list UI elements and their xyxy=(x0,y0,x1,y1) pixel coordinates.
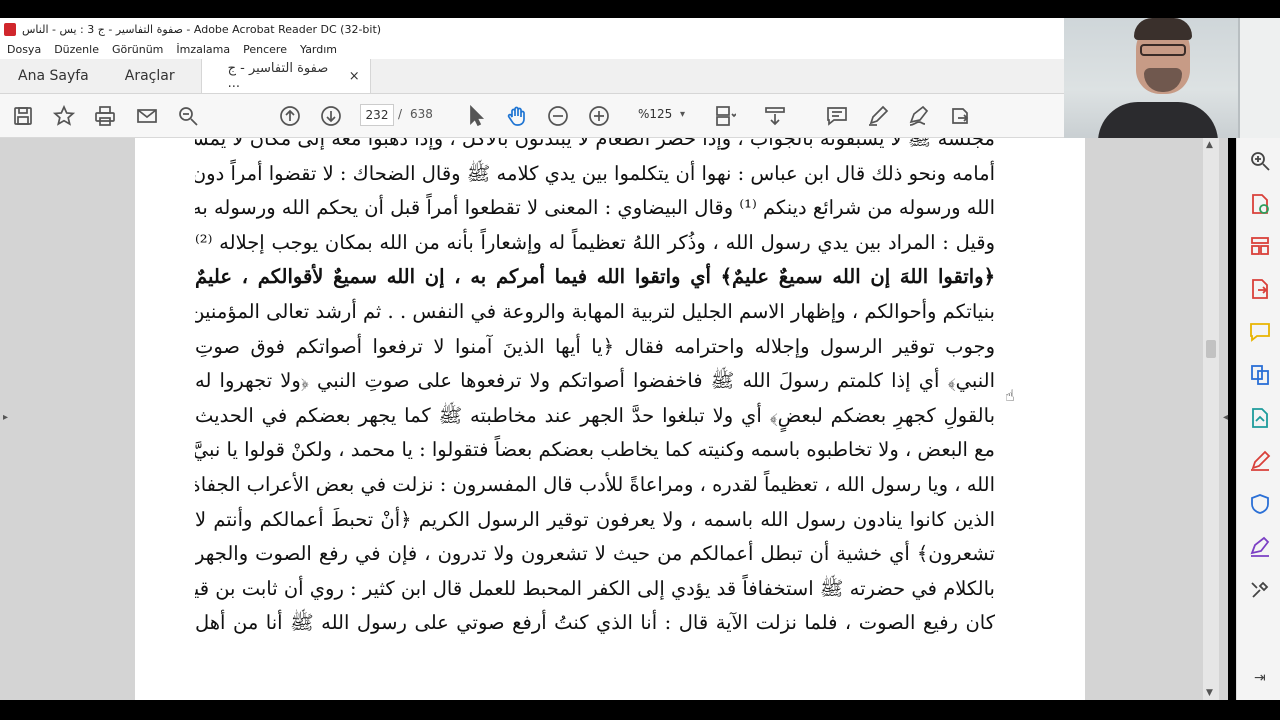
collapse-pane-icon[interactable]: ⇥ xyxy=(1254,670,1266,686)
scroll-mode-icon[interactable] xyxy=(763,104,787,128)
hand-tool-icon[interactable] xyxy=(505,104,529,128)
tab-tools[interactable]: Araçlar xyxy=(107,59,193,93)
sign-icon[interactable] xyxy=(907,104,931,128)
tab-home[interactable]: Ana Sayfa xyxy=(0,59,107,93)
scroll-up-icon[interactable]: ▲ xyxy=(1206,140,1213,150)
text-line: النبي﴾ أي إذا كلمتم رسولَ الله ﷺ فاخفضوا… xyxy=(195,369,995,393)
create-pdf-icon[interactable] xyxy=(1249,193,1271,215)
previous-page-icon[interactable] xyxy=(278,104,302,128)
zoom-level[interactable]: %125 xyxy=(638,107,672,121)
request-signature-icon[interactable] xyxy=(1249,536,1271,558)
text-line: وقيل : المراد بين يدي رسول الله ، وذُكر … xyxy=(195,230,995,254)
window-titlebar: صفوة التفاسير - ج 3 : يس - الناس - Adobe… xyxy=(0,18,1064,40)
text-line: كان رفيع الصوت ، فلما نزلت الآية قال : أ… xyxy=(195,611,995,635)
select-pointer-icon[interactable] xyxy=(464,104,488,128)
text-line: بالكلام في حضرته ﷺ استخفافاً قد يؤدي إلى… xyxy=(195,576,995,600)
zoom-out-icon[interactable] xyxy=(546,104,570,128)
tab-document[interactable]: صفوة التفاسير - ج ... × xyxy=(200,59,371,93)
left-panel-expand-icon[interactable]: ▸ xyxy=(3,412,8,423)
zoom-dropdown-icon[interactable]: ▾ xyxy=(680,109,685,120)
tab-document-label: صفوة التفاسير - ج ... xyxy=(227,61,329,91)
organize-pages-icon[interactable] xyxy=(1249,235,1271,257)
menu-pencere[interactable]: Pencere xyxy=(243,43,287,56)
scroll-down-icon[interactable]: ▼ xyxy=(1206,688,1213,698)
screen: صفوة التفاسير - ج 3 : يس - الناس - Adobe… xyxy=(0,0,1280,720)
menu-imzalama[interactable]: İmzalama xyxy=(176,43,230,56)
combine-files-icon[interactable] xyxy=(1249,364,1271,386)
page-separator: / xyxy=(398,107,403,121)
text-line: الذين كانوا ينادون رسول الله باسمه ، ولا… xyxy=(195,507,995,531)
text-line: بنياتكم وأحوالكم ، وإظهار الاسم الجليل ل… xyxy=(195,299,995,323)
email-icon[interactable] xyxy=(135,104,159,128)
menu-gorunum[interactable]: Görünüm xyxy=(112,43,163,56)
page-number-input[interactable]: 232 xyxy=(360,104,394,126)
pdf-page: مجلسه ﷺ لا يسبقونه بالجواب ، وإذا حضر ال… xyxy=(135,138,1085,700)
save-icon[interactable] xyxy=(11,104,35,128)
protect-shield-icon[interactable] xyxy=(1249,493,1271,515)
page-text: مجلسه ﷺ لا يسبقونه بالجواب ، وإذا حضر ال… xyxy=(195,138,995,641)
menu-dosya[interactable]: Dosya xyxy=(7,43,41,56)
window-title: صفوة التفاسير - ج 3 : يس - الناس - Adobe… xyxy=(22,22,382,36)
text-line: أمامه ونحو ذلك قال ابن عباس : نهوا أن يت… xyxy=(195,161,995,185)
menu-yardim[interactable]: Yardım xyxy=(300,43,337,56)
text-line: ﴿واتقوا اللهَ إن الله سميعٌ عليمٌ﴾ أي وا… xyxy=(195,265,995,289)
webcam-overlay xyxy=(1064,18,1280,138)
acrobat-icon xyxy=(4,22,16,36)
hand-cursor-icon: ☝ xyxy=(1005,386,1015,405)
comment-icon[interactable] xyxy=(825,104,849,128)
text-line: بالقولِ كجهرِ بعضكم لبعضٍ﴾ أي ولا تبلغوا… xyxy=(195,403,995,427)
close-tab-icon[interactable]: × xyxy=(349,69,360,84)
vertical-scrollbar[interactable]: ▲ ▼ xyxy=(1203,138,1219,700)
text-line: تشعرون﴾ أي خشية أن تبطل أعمالكم من حيث ل… xyxy=(195,542,995,566)
text-line: وجوب توقير الرسول وإجلاله واحترامه فقال … xyxy=(195,334,995,358)
more-tools-icon[interactable] xyxy=(1249,579,1271,601)
text-line: مجلسه ﷺ لا يسبقونه بالجواب ، وإذا حضر ال… xyxy=(195,138,995,150)
zoom-tool-icon[interactable] xyxy=(1249,150,1271,172)
share-export-icon[interactable] xyxy=(948,104,972,128)
page-total: 638 xyxy=(410,107,433,121)
right-panel-collapse-icon[interactable]: ◂ xyxy=(1223,412,1228,423)
bookmark-star-icon[interactable] xyxy=(52,104,76,128)
next-page-icon[interactable] xyxy=(319,104,343,128)
compress-pdf-icon[interactable] xyxy=(1249,407,1271,429)
scroll-thumb[interactable] xyxy=(1206,340,1216,358)
menu-bar: Dosya Düzenle Görünüm İmzalama Pencere Y… xyxy=(0,40,1064,59)
print-icon[interactable] xyxy=(93,104,117,128)
tools-pane xyxy=(1236,138,1280,700)
text-line: مع البعض ، ولا تخاطبوه باسمه وكنيته كما … xyxy=(195,438,995,462)
page-layout-icon[interactable] xyxy=(713,104,737,128)
text-line: الله ، ويا رسول الله ، تعظيماً لقدره ، و… xyxy=(195,472,995,496)
comment-tool-icon[interactable] xyxy=(1249,321,1271,343)
fill-sign-icon[interactable] xyxy=(1249,450,1271,472)
text-line: الله ورسوله من شرائع دينكم ⁽¹⁾ وقال البي… xyxy=(195,196,995,220)
zoom-in-icon[interactable] xyxy=(587,104,611,128)
tab-bar: Ana Sayfa Araçlar صفوة التفاسير - ج ... … xyxy=(0,59,1064,94)
zoom-search-icon[interactable] xyxy=(176,104,200,128)
main-toolbar xyxy=(0,94,1064,138)
menu-duzenle[interactable]: Düzenle xyxy=(54,43,99,56)
highlight-pen-icon[interactable] xyxy=(866,104,890,128)
export-pdf-icon[interactable] xyxy=(1249,278,1271,300)
